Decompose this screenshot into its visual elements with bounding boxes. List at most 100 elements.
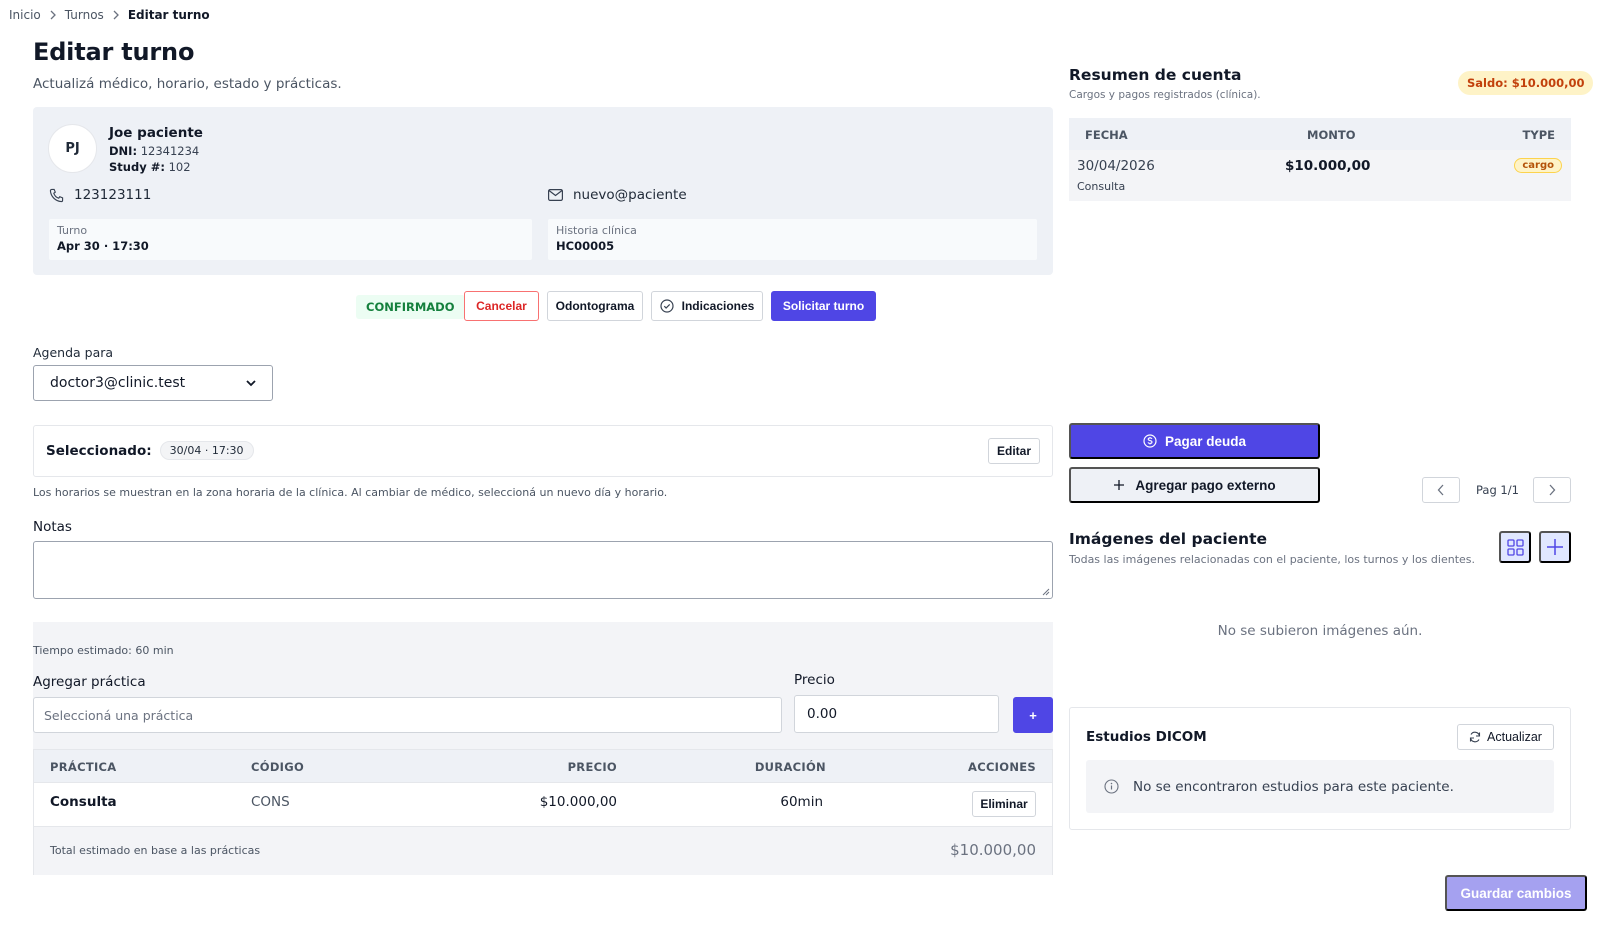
col-precio: PRECIO [567, 760, 617, 774]
add-practice-label: Agregar práctica [33, 674, 146, 690]
phone-value: 123123111 [74, 187, 152, 203]
agenda-label: Agenda para [33, 345, 114, 360]
dni-label: DNI: [109, 144, 138, 158]
col-duracion: DURACIÓN [754, 760, 826, 774]
chevron-right-icon [49, 10, 57, 20]
refresh-button[interactable]: Actualizar [1457, 724, 1554, 750]
breadcrumb-current: Editar turno [127, 8, 210, 22]
table-footer: Total estimado en base a las prácticas $… [34, 826, 1052, 875]
refresh-label: Actualizar [1487, 730, 1542, 744]
row-duration: 60min [780, 794, 823, 810]
dicom-empty-text: No se encontraron estudios para este pac… [1133, 778, 1454, 795]
edit-slot-button[interactable]: Editar [988, 438, 1040, 464]
historia-info: Historia clínica HC00005 [548, 219, 1037, 260]
add-external-payment-button[interactable]: Agregar pago externo [1069, 467, 1320, 503]
selected-label: Seleccionado: [46, 442, 152, 459]
breadcrumb-turnos[interactable]: Turnos [65, 8, 104, 22]
status-badge: CONFIRMADO [356, 295, 465, 319]
notes-label: Notas [33, 519, 72, 535]
agenda-select[interactable]: doctor3@clinic.test [33, 365, 273, 401]
grid-icon [1506, 538, 1524, 556]
agenda-selected-value: doctor3@clinic.test [50, 375, 186, 391]
prev-page-button[interactable] [1422, 477, 1460, 503]
page-indicator: Pag 1/1 [1476, 483, 1519, 497]
chevron-right-icon [1548, 484, 1556, 496]
dni-value: 12341234 [140, 144, 200, 158]
page-subtitle: Actualizá médico, horario, estado y prác… [33, 76, 342, 92]
patient-study: Study #: 102 [109, 160, 191, 174]
patient-phone: 123123111 [49, 187, 151, 203]
indicaciones-button[interactable]: Indicaciones [651, 291, 763, 321]
save-button[interactable]: Guardar cambios [1445, 875, 1587, 911]
check-circle-icon [660, 299, 674, 313]
selected-slot-content: Seleccionado: 30/04 · 17:30 [46, 441, 254, 460]
col-monto: MONTO [1307, 128, 1356, 142]
dicom-empty: No se encontraron estudios para este pac… [1086, 760, 1554, 813]
total-value: $10.000,00 [950, 841, 1036, 859]
breadcrumb-inicio[interactable]: Inicio [9, 8, 41, 22]
next-page-button[interactable] [1533, 477, 1571, 503]
account-row-amount: $10.000,00 [1285, 158, 1371, 174]
col-practica: PRÁCTICA [50, 760, 117, 774]
patient-email: nuevo@paciente [548, 187, 687, 203]
info-icon [1104, 779, 1119, 794]
price-input[interactable]: 0.00 [794, 695, 999, 733]
mail-icon [548, 189, 573, 201]
grid-view-button[interactable] [1499, 531, 1531, 563]
selected-slot: Seleccionado: 30/04 · 17:30 Editar [33, 425, 1053, 477]
account-table: FECHA MONTO TYPE 30/04/2026 Consulta $10… [1069, 118, 1571, 201]
images-subtitle: Todas las imágenes relacionadas con el p… [1069, 553, 1475, 566]
account-title: Resumen de cuenta [1069, 66, 1242, 84]
col-type: TYPE [1522, 128, 1555, 142]
images-title: Imágenes del paciente [1069, 530, 1267, 548]
odontograma-button[interactable]: Odontograma [547, 291, 643, 321]
row-code: CONS [251, 794, 290, 810]
plus-icon [1546, 538, 1564, 556]
patient-card: PJ Joe paciente DNI: 12341234 Study #: 1… [33, 107, 1053, 275]
col-acciones: ACCIONES [968, 760, 1036, 774]
account-subtitle: Cargos y pagos registrados (clínica). [1069, 89, 1261, 101]
historia-value: HC00005 [556, 239, 615, 253]
images-empty: No se subieron imágenes aún. [1217, 623, 1423, 639]
pay-debt-button[interactable]: Pagar deuda [1069, 423, 1320, 459]
chevron-down-icon [246, 379, 256, 387]
row-practice: Consulta [50, 794, 117, 810]
practice-input[interactable]: Seleccioná una práctica [33, 697, 782, 733]
add-external-payment-label: Agregar pago externo [1135, 477, 1276, 493]
study-value: 102 [168, 160, 191, 174]
phone-icon [49, 188, 74, 203]
estimated-time: Tiempo estimado: 60 min [33, 644, 174, 657]
saldo-badge: Saldo: $10.000,00 [1458, 71, 1594, 95]
notes-textarea[interactable] [33, 541, 1053, 599]
turno-value: Apr 30 · 17:30 [57, 239, 149, 253]
avatar: PJ [48, 124, 97, 173]
dicom-title: Estudios DICOM [1086, 729, 1207, 745]
pay-debt-label: Pagar deuda [1164, 433, 1247, 449]
indicaciones-label: Indicaciones [681, 299, 755, 313]
type-badge: cargo [1514, 158, 1562, 173]
solicitar-turno-button[interactable]: Solicitar turno [771, 291, 876, 321]
table-header: PRÁCTICA CÓDIGO PRECIO DURACIÓN ACCIONES [34, 750, 1052, 783]
add-image-button[interactable] [1539, 531, 1571, 563]
chevron-left-icon [1437, 484, 1445, 496]
chevron-right-icon [112, 10, 120, 20]
page-title: Editar turno [33, 38, 195, 66]
add-practice-button[interactable]: + [1013, 697, 1053, 733]
plus-icon [1113, 479, 1125, 491]
timezone-hint: Los horarios se muestran en la zona hora… [33, 486, 668, 499]
dicom-card: Estudios DICOM Actualizar No se encontra… [1069, 707, 1571, 830]
cancel-button[interactable]: Cancelar [464, 291, 539, 321]
email-value: nuevo@paciente [573, 187, 687, 203]
selected-chip: 30/04 · 17:30 [159, 441, 254, 460]
historia-label: Historia clínica [556, 224, 637, 237]
row-price: $10.000,00 [539, 794, 617, 810]
col-codigo: CÓDIGO [251, 760, 305, 774]
practices-table: PRÁCTICA CÓDIGO PRECIO DURACIÓN ACCIONES… [33, 749, 1053, 875]
col-fecha: FECHA [1085, 128, 1128, 142]
turno-label: Turno [57, 224, 88, 237]
resize-handle-icon [1041, 587, 1050, 596]
refresh-icon [1469, 731, 1481, 743]
account-row-desc: Consulta [1077, 180, 1126, 193]
breadcrumb: Inicio Turnos Editar turno [9, 7, 210, 23]
delete-practice-button[interactable]: Eliminar [972, 791, 1036, 817]
